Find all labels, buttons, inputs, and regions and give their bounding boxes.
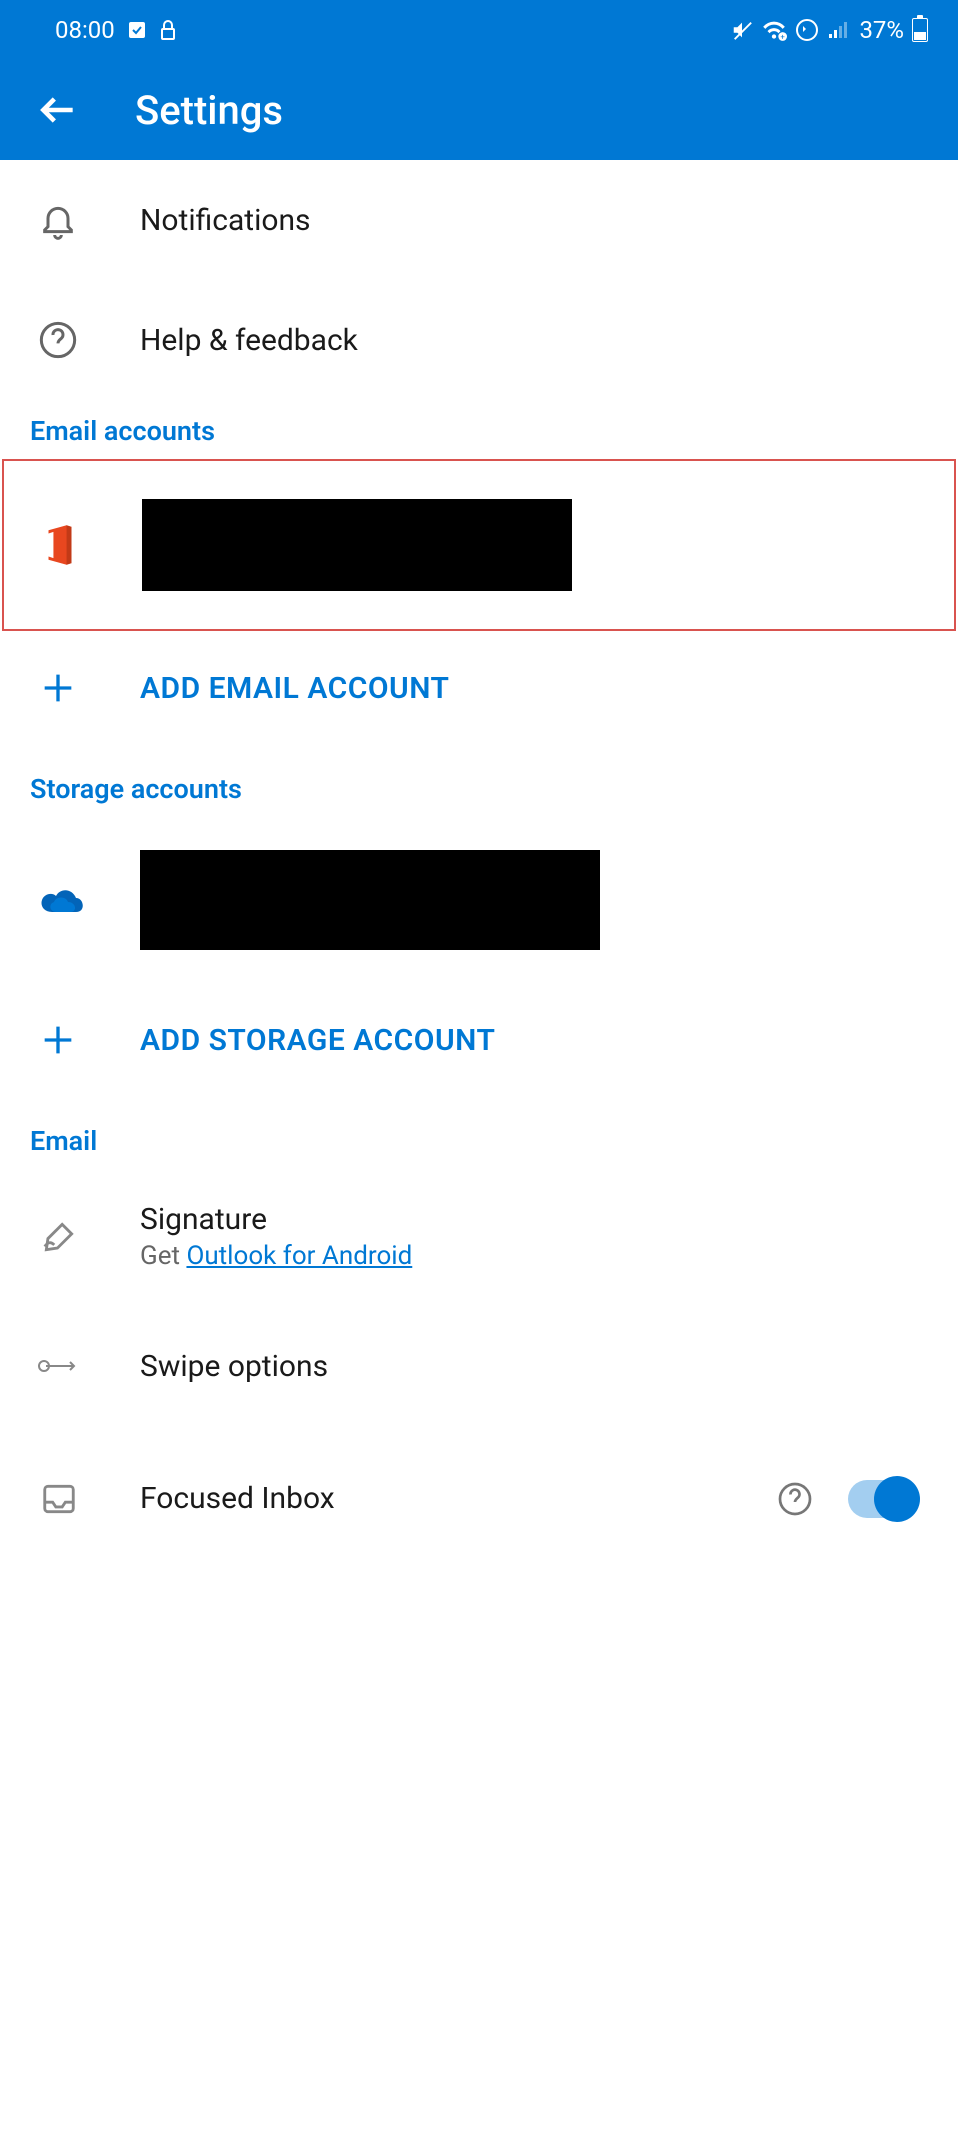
app-bar: Settings <box>0 60 958 160</box>
swipe-icon <box>38 1354 82 1378</box>
focused-inbox-item[interactable]: Focused Inbox <box>0 1426 958 1546</box>
status-left: 08:00 <box>55 16 177 44</box>
status-right: + 37% <box>731 16 928 44</box>
battery-icon <box>912 18 928 42</box>
wifi-icon: + <box>761 19 787 41</box>
signature-icon <box>38 1218 80 1256</box>
mute-icon <box>731 19 753 41</box>
call-icon <box>795 18 819 42</box>
add-email-button[interactable]: ADD EMAIL ACCOUNT <box>0 633 958 743</box>
storage-accounts-header: Storage accounts <box>0 743 958 815</box>
add-storage-label: ADD STORAGE ACCOUNT <box>140 1023 495 1058</box>
signature-label: Signature <box>140 1202 412 1237</box>
status-bar: 08:00 + 37% <box>0 0 958 60</box>
lock-icon <box>159 19 177 41</box>
office-icon <box>40 522 80 568</box>
bell-icon <box>38 198 78 242</box>
notifications-item[interactable]: Notifications <box>0 160 958 280</box>
plus-icon <box>38 1020 78 1060</box>
signature-subtext: Get Outlook for Android <box>140 1241 412 1271</box>
email-accounts-header: Email accounts <box>0 400 958 457</box>
checkbox-icon <box>127 20 147 40</box>
add-storage-button[interactable]: ADD STORAGE ACCOUNT <box>0 985 958 1095</box>
page-title: Settings <box>135 87 283 134</box>
swipe-options-item[interactable]: Swipe options <box>0 1306 958 1426</box>
swipe-label: Swipe options <box>140 1349 328 1384</box>
inbox-icon <box>38 1480 80 1518</box>
email-section-header: Email <box>0 1095 958 1167</box>
focused-inbox-toggle[interactable] <box>848 1480 918 1518</box>
signal-icon <box>827 20 851 40</box>
arrow-left-icon <box>36 88 80 132</box>
add-email-label: ADD EMAIL ACCOUNT <box>140 671 449 706</box>
help-item[interactable]: Help & feedback <box>0 280 958 400</box>
battery-percent: 37% <box>859 16 904 44</box>
email-account-item[interactable] <box>2 459 956 631</box>
redacted-email-text <box>142 499 572 591</box>
signature-item[interactable]: Signature Get Outlook for Android <box>0 1167 958 1306</box>
storage-account-item[interactable] <box>0 815 958 985</box>
svg-text:+: + <box>781 33 785 41</box>
plus-icon <box>38 668 78 708</box>
onedrive-icon <box>38 884 86 916</box>
back-button[interactable] <box>30 83 85 138</box>
notifications-label: Notifications <box>140 203 311 238</box>
focused-label: Focused Inbox <box>140 1481 335 1516</box>
help-icon <box>38 320 78 360</box>
outlook-link[interactable]: Outlook for Android <box>186 1241 412 1271</box>
status-time: 08:00 <box>55 16 115 44</box>
help-circle-icon[interactable] <box>777 1481 813 1517</box>
redacted-storage-text <box>140 850 600 950</box>
help-label: Help & feedback <box>140 323 358 358</box>
